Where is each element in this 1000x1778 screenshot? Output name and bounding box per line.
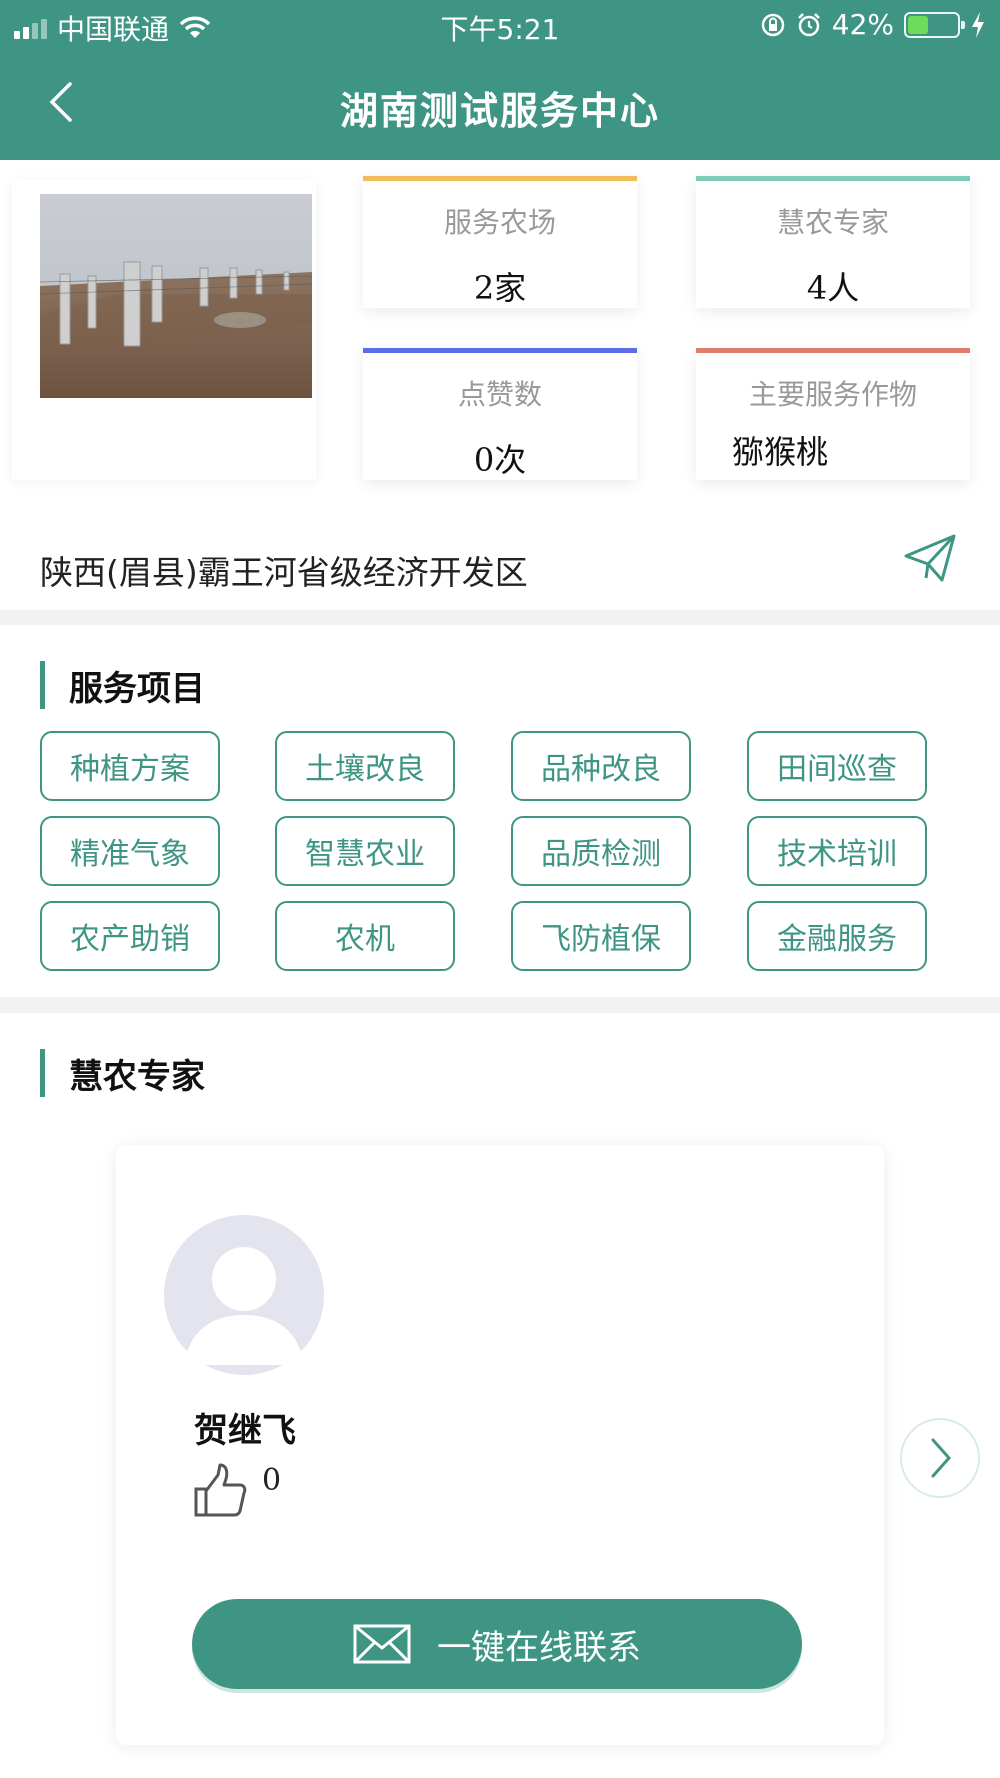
services-title: 服务项目 (69, 668, 205, 709)
experts-title: 慧农专家 (69, 1056, 205, 1097)
expert-card[interactable]: 贺继飞 0 一键在线联系 (116, 1145, 884, 1745)
stat-label: 点赞数 (457, 378, 542, 411)
stat-label: 主要服务作物 (748, 378, 917, 411)
address-text: 陕西(眉县)霸王河省级经济开发区 (40, 553, 528, 592)
service-button[interactable]: 品种改良 (511, 731, 691, 801)
battery-percent: 42% (831, 8, 894, 41)
stat-value: 4人 (806, 269, 860, 307)
service-button[interactable]: 种植方案 (40, 731, 220, 801)
service-button[interactable]: 土壤改良 (275, 731, 455, 801)
stat-label: 服务农场 (443, 206, 556, 239)
like-count: 0 (262, 1463, 282, 1498)
service-button[interactable]: 农产助销 (40, 901, 220, 971)
service-button[interactable]: 田间巡查 (747, 731, 927, 801)
experts-section: 慧农专家 贺继飞 0 一键在线联系 (0, 1013, 1000, 1778)
charging-icon (972, 11, 984, 38)
stat-service-farms: 服务农场 2家 (363, 176, 637, 308)
thumbs-up-icon[interactable] (190, 1461, 250, 1521)
expert-name: 贺继飞 (194, 1411, 296, 1451)
status-bar: 中国联通 下午5:21 42% (0, 0, 1000, 50)
stat-value: 0次 (473, 441, 527, 479)
service-button[interactable]: 金融服务 (747, 901, 927, 971)
send-icon[interactable] (902, 532, 958, 584)
mail-icon (353, 1624, 411, 1664)
farm-field-photo[interactable] (40, 194, 312, 398)
service-button[interactable]: 品质检测 (511, 816, 691, 886)
rotation-lock-icon (761, 13, 785, 36)
next-expert-button[interactable] (900, 1418, 980, 1498)
page-title: 湖南测试服务中心 (339, 89, 660, 133)
service-button[interactable]: 精准气象 (40, 816, 220, 886)
alarm-icon (797, 12, 820, 36)
stat-value: 2家 (473, 269, 527, 307)
stat-main-crop: 主要服务作物 猕猴桃 (696, 348, 970, 480)
section-title: 服务项目 (40, 661, 205, 709)
contact-online-label: 一键在线联系 (437, 1627, 641, 1668)
service-button[interactable]: 飞防植保 (511, 901, 691, 971)
stat-label: 慧农专家 (776, 206, 889, 239)
battery-icon (904, 11, 965, 38)
contact-online-button[interactable]: 一键在线联系 (192, 1599, 802, 1689)
chevron-right-icon (931, 1438, 952, 1478)
app-header: 中国联通 下午5:21 42% 湖南测试服务中心 (0, 0, 1000, 160)
services-section: 服务项目 种植方案 土壤改良 品种改良 田间巡查 精准气象 智慧农业 品质检测 … (0, 625, 1000, 997)
stat-value: 猕猴桃 (732, 433, 829, 471)
service-button[interactable]: 智慧农业 (275, 816, 455, 886)
stat-experts: 慧农专家 4人 (696, 176, 970, 308)
stat-likes: 点赞数 0次 (363, 348, 637, 480)
service-button[interactable]: 技术培训 (747, 816, 927, 886)
section-title: 慧农专家 (40, 1049, 205, 1097)
summary-section: 服务农场 2家 慧农专家 4人 点赞数 0次 主要服务作物 猕猴桃 陕西(眉县)… (0, 160, 1000, 610)
default-avatar-icon (164, 1215, 324, 1375)
service-button[interactable]: 农机 (275, 901, 455, 971)
